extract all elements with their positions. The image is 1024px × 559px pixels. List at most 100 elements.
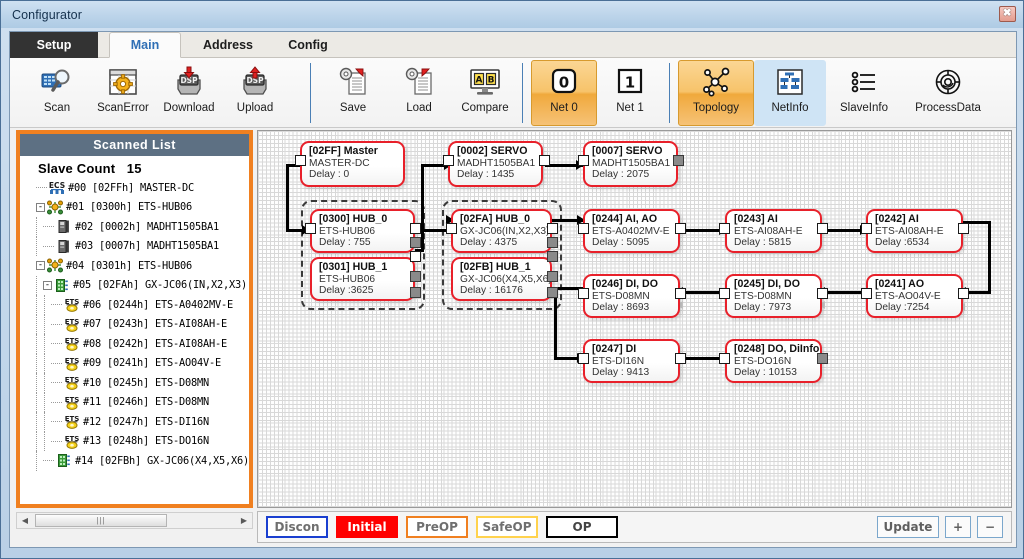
- tree-expander[interactable]: -: [43, 281, 52, 290]
- topology-node-n0247[interactable]: [0247] DIETS-DI16NDelay : 9413: [583, 339, 680, 383]
- topology-node-n0248[interactable]: [0248] DO, DiInfoETS-DO16NDelay : 10153: [725, 339, 822, 383]
- processdata-button[interactable]: ProcessData: [902, 60, 994, 126]
- tree-item-13[interactable]: ETS#13 [0248h] ETS-DO16N: [20, 432, 249, 452]
- node-port[interactable]: [578, 223, 589, 234]
- state-preop-button[interactable]: PreOP: [406, 516, 468, 538]
- slaveinfo-button[interactable]: SlaveInfo: [826, 60, 902, 126]
- node-port[interactable]: [861, 223, 872, 234]
- topology-node-n0242[interactable]: [0242] AIETS-AI08AH-EDelay :6534: [866, 209, 963, 253]
- node-port[interactable]: [410, 223, 421, 234]
- download-button[interactable]: DSP Download: [156, 60, 222, 126]
- state-safeop-button[interactable]: SafeOP: [476, 516, 538, 538]
- save-button[interactable]: Save: [320, 60, 386, 126]
- state-op-button[interactable]: OP: [546, 516, 618, 538]
- zoom-in-button[interactable]: +: [945, 516, 971, 538]
- tree-item-10[interactable]: ETS#10 [0245h] ETS-D08MN: [20, 373, 249, 393]
- node-port[interactable]: [578, 353, 589, 364]
- state-initial-button[interactable]: Initial: [336, 516, 398, 538]
- topology-node-hub0b[interactable]: [02FA] HUB_0GX-JC06(IN,X2,X3)Delay : 437…: [451, 209, 552, 253]
- topology-node-hub1b[interactable]: [02FB] HUB_1GX-JC06(X4,X5,X6)Delay : 161…: [451, 257, 552, 301]
- net-1-button[interactable]: 1 Net 1: [597, 60, 663, 126]
- node-port[interactable]: [305, 223, 316, 234]
- tree-item-4[interactable]: -#04 [0301h] ETS-HUB06: [20, 256, 249, 276]
- node-port[interactable]: [410, 287, 421, 298]
- upload-button[interactable]: DSP Upload: [222, 60, 288, 126]
- net-0-button[interactable]: 0 Net 0: [531, 60, 597, 126]
- node-port[interactable]: [410, 237, 421, 248]
- node-port[interactable]: [675, 288, 686, 299]
- update-button[interactable]: Update: [877, 516, 939, 538]
- netinfo-button[interactable]: NetInfo: [754, 60, 826, 126]
- tree-item-0[interactable]: ECS#00 [02FFh] MASTER-DC: [20, 178, 249, 198]
- node-port[interactable]: [547, 251, 558, 262]
- topology-node-n0243[interactable]: [0243] AIETS-AI08AH-EDelay : 5815: [725, 209, 822, 253]
- node-port[interactable]: [675, 223, 686, 234]
- topology-node-n0245[interactable]: [0245] DI, DOETS-D08MNDelay : 7973: [725, 274, 822, 318]
- tree-item-5[interactable]: -#05 [02FAh] GX-JC06(IN,X2,X3): [20, 276, 249, 296]
- topology-node-n0241[interactable]: [0241] AOETS-AO04V-EDelay :7254: [866, 274, 963, 318]
- tab-main[interactable]: Main: [109, 32, 181, 58]
- topology-node-servo7[interactable]: [0007] SERVOMADHT1505BA1Delay : 2075: [583, 141, 678, 187]
- state-discon-button[interactable]: Discon: [266, 516, 328, 538]
- topology-node-servo2[interactable]: [0002] SERVOMADHT1505BA1Delay : 1435: [448, 141, 543, 187]
- node-port[interactable]: [958, 288, 969, 299]
- node-port[interactable]: [547, 237, 558, 248]
- scrollbar-thumb[interactable]: |||: [35, 514, 167, 527]
- topology-button[interactable]: Topology: [678, 60, 754, 126]
- node-port[interactable]: [719, 223, 730, 234]
- node-port[interactable]: [547, 271, 558, 282]
- tree-item-14[interactable]: #14 [02FBh] GX-JC06(X4,X5,X6): [20, 451, 249, 471]
- tree-item-12[interactable]: ETS#12 [0247h] ETS-DI16N: [20, 412, 249, 432]
- tree-item-8[interactable]: ETS#08 [0242h] ETS-AI08AH-E: [20, 334, 249, 354]
- scan-button[interactable]: Scan: [24, 60, 90, 126]
- node-port[interactable]: [578, 155, 589, 166]
- tab-setup[interactable]: Setup: [10, 32, 98, 58]
- node-port[interactable]: [295, 155, 306, 166]
- node-port[interactable]: [719, 288, 730, 299]
- tree-item-7[interactable]: ETS#07 [0243h] ETS-AI08AH-E: [20, 315, 249, 335]
- topology-node-master[interactable]: [02FF] MasterMASTER-DCDelay : 0: [300, 141, 405, 187]
- tree-item-9[interactable]: ETS#09 [0241h] ETS-AO04V-E: [20, 354, 249, 374]
- tree-item-6[interactable]: ETS#06 [0244h] ETS-A0402MV-E: [20, 295, 249, 315]
- node-port[interactable]: [958, 223, 969, 234]
- node-port[interactable]: [446, 223, 457, 234]
- node-port[interactable]: [817, 353, 828, 364]
- node-port[interactable]: [673, 155, 684, 166]
- topology-node-n0244[interactable]: [0244] AI, AOETS-A0402MV-EDelay : 5095: [583, 209, 680, 253]
- node-port[interactable]: [443, 155, 454, 166]
- scroll-right-arrow-icon[interactable]: ▶: [236, 513, 252, 528]
- scroll-left-arrow-icon[interactable]: ◀: [17, 513, 33, 528]
- close-window-button[interactable]: ✖: [999, 6, 1016, 22]
- topology-node-hub1a[interactable]: [0301] HUB_1ETS-HUB06Delay :3625: [310, 257, 415, 301]
- scanned-device-tree[interactable]: ECS#00 [02FFh] MASTER-DC-#01 [0300h] ETS…: [20, 178, 249, 498]
- load-button[interactable]: Load: [386, 60, 452, 126]
- tab-address[interactable]: Address: [187, 32, 269, 58]
- tree-guide: [44, 432, 45, 452]
- slave-count-label: Slave Count: [38, 161, 115, 176]
- scanerror-button[interactable]: ScanError: [90, 60, 156, 126]
- topology-node-n0246[interactable]: [0246] DI, DOETS-D08MNDelay : 8693: [583, 274, 680, 318]
- tree-item-3[interactable]: #03 [0007h] MADHT1505BA1: [20, 237, 249, 257]
- node-port[interactable]: [861, 288, 872, 299]
- topology-canvas[interactable]: [02FF] MasterMASTER-DCDelay : 0 [0002] SE…: [257, 130, 1012, 508]
- node-port[interactable]: [410, 251, 421, 262]
- node-port[interactable]: [817, 223, 828, 234]
- tree-item-1[interactable]: -#01 [0300h] ETS-HUB06: [20, 198, 249, 218]
- node-port[interactable]: [547, 223, 558, 234]
- compare-button[interactable]: A B Compare: [452, 60, 518, 126]
- node-port[interactable]: [817, 288, 828, 299]
- tab-config[interactable]: Config: [273, 32, 343, 58]
- node-port[interactable]: [410, 271, 421, 282]
- tree-expander[interactable]: -: [36, 203, 45, 212]
- tree-expander[interactable]: -: [36, 261, 45, 270]
- tree-item-11[interactable]: ETS#11 [0246h] ETS-D08MN: [20, 393, 249, 413]
- node-port[interactable]: [578, 288, 589, 299]
- topology-node-hub0a[interactable]: [0300] HUB_0ETS-HUB06Delay : 755: [310, 209, 415, 253]
- tree-item-2[interactable]: #02 [0002h] MADHT1505BA1: [20, 217, 249, 237]
- zoom-out-button[interactable]: −: [977, 516, 1003, 538]
- node-port[interactable]: [547, 287, 558, 298]
- node-port[interactable]: [539, 155, 550, 166]
- node-port[interactable]: [719, 353, 730, 364]
- node-port[interactable]: [675, 353, 686, 364]
- sidebar-horizontal-scrollbar[interactable]: ◀ ||| ▶: [16, 512, 253, 529]
